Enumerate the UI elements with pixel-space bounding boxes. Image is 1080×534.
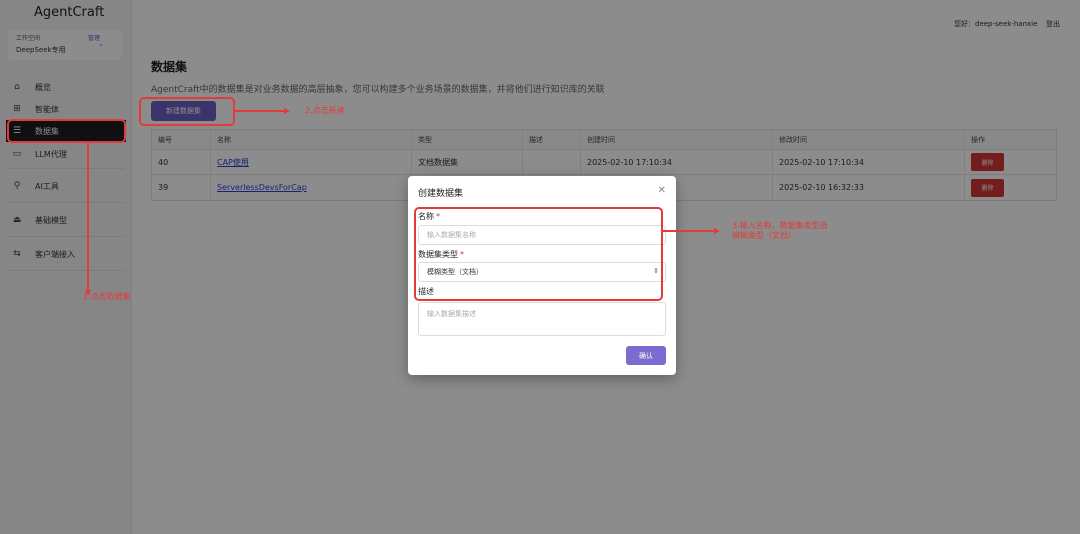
annotation-step-3-line-2: 模糊类型（文档） xyxy=(732,231,796,241)
annotation-box-new-button xyxy=(139,97,235,126)
annotation-step-3-line-1: 3.输入名称，数据集类型选 xyxy=(732,221,828,230)
annotation-line xyxy=(87,143,89,291)
dataset-description-input[interactable] xyxy=(418,302,666,336)
annotation-step-1: 1.点击数据集 xyxy=(83,292,131,301)
annotation-box-datasets xyxy=(7,119,126,143)
close-icon[interactable]: ✕ xyxy=(658,185,666,196)
confirm-button[interactable]: 确认 xyxy=(626,346,666,365)
dialog-title: 创建数据集 xyxy=(418,189,464,199)
annotation-line xyxy=(663,230,715,232)
annotation-step-2: 2.点击新建 xyxy=(305,106,345,115)
annotation-box-form xyxy=(414,207,663,301)
arrow-right-icon xyxy=(714,228,720,234)
arrow-right-icon xyxy=(284,108,290,114)
annotation-line xyxy=(235,110,285,112)
annotation-step-3: 3.输入名称，数据集类型选 模糊类型（文档） xyxy=(732,221,828,242)
